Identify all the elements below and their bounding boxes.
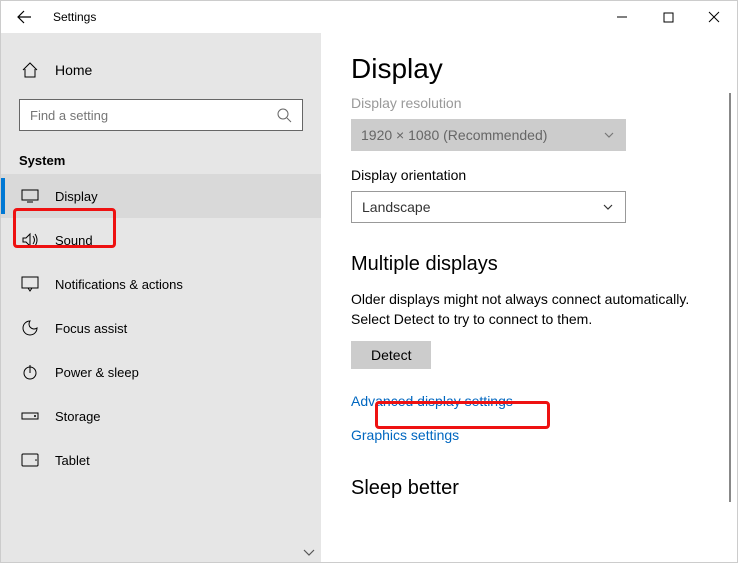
search-icon	[276, 107, 292, 123]
resolution-label: Display resolution	[351, 95, 737, 111]
advanced-display-settings-link[interactable]: Advanced display settings	[351, 393, 737, 409]
close-icon	[708, 11, 720, 23]
sidebar-item-label: Display	[55, 189, 98, 204]
sound-icon	[21, 232, 39, 248]
sidebar-section-header: System	[1, 141, 321, 174]
home-label: Home	[55, 62, 92, 78]
power-icon	[21, 363, 39, 381]
arrow-left-icon	[16, 9, 32, 25]
graphics-settings-link[interactable]: Graphics settings	[351, 427, 737, 443]
minimize-button[interactable]	[599, 1, 645, 33]
sidebar-item-label: Tablet	[55, 453, 90, 468]
sidebar-item-label: Notifications & actions	[55, 277, 183, 292]
storage-icon	[21, 410, 39, 422]
window-title: Settings	[53, 10, 96, 24]
focus-assist-icon	[21, 319, 39, 337]
orientation-select[interactable]: Landscape	[351, 191, 626, 223]
sleep-better-header: Sleep better	[351, 477, 737, 500]
orientation-label: Display orientation	[351, 167, 737, 183]
sidebar-item-power-sleep[interactable]: Power & sleep	[1, 350, 321, 394]
sidebar-item-label: Power & sleep	[55, 365, 139, 380]
title-bar: Settings	[1, 1, 737, 33]
sidebar-item-label: Sound	[55, 233, 93, 248]
sidebar-item-label: Storage	[55, 409, 101, 424]
orientation-value: Landscape	[362, 199, 431, 215]
sidebar: Home System Display Sound Notifications …	[1, 33, 321, 562]
page-title: Display	[351, 53, 737, 85]
sidebar-item-sound[interactable]: Sound	[1, 218, 321, 262]
sidebar-item-display[interactable]: Display	[1, 174, 321, 218]
notifications-icon	[21, 276, 39, 292]
multiple-displays-body: Older displays might not always connect …	[351, 290, 711, 329]
content-pane: Display Display resolution 1920 × 1080 (…	[321, 33, 737, 562]
close-button[interactable]	[691, 1, 737, 33]
home-nav-item[interactable]: Home	[1, 51, 321, 89]
home-icon	[21, 61, 39, 79]
multiple-displays-header: Multiple displays	[351, 253, 737, 276]
sidebar-item-notifications[interactable]: Notifications & actions	[1, 262, 321, 306]
search-input[interactable]	[30, 108, 276, 123]
sidebar-item-tablet[interactable]: Tablet	[1, 438, 321, 482]
resolution-value: 1920 × 1080 (Recommended)	[361, 127, 547, 143]
chevron-down-icon	[602, 128, 616, 142]
tablet-icon	[21, 453, 39, 467]
chevron-down-icon	[601, 200, 615, 214]
display-icon	[21, 189, 39, 203]
sidebar-item-label: Focus assist	[55, 321, 127, 336]
resolution-select: 1920 × 1080 (Recommended)	[351, 119, 626, 151]
maximize-button[interactable]	[645, 1, 691, 33]
maximize-icon	[663, 12, 674, 23]
detect-button[interactable]: Detect	[351, 341, 431, 369]
search-box[interactable]	[19, 99, 303, 131]
scrollbar[interactable]	[729, 93, 731, 502]
sidebar-item-storage[interactable]: Storage	[1, 394, 321, 438]
minimize-icon	[616, 11, 628, 23]
sidebar-item-focus-assist[interactable]: Focus assist	[1, 306, 321, 350]
chevron-down-icon[interactable]	[301, 544, 317, 560]
back-button[interactable]	[1, 1, 47, 33]
